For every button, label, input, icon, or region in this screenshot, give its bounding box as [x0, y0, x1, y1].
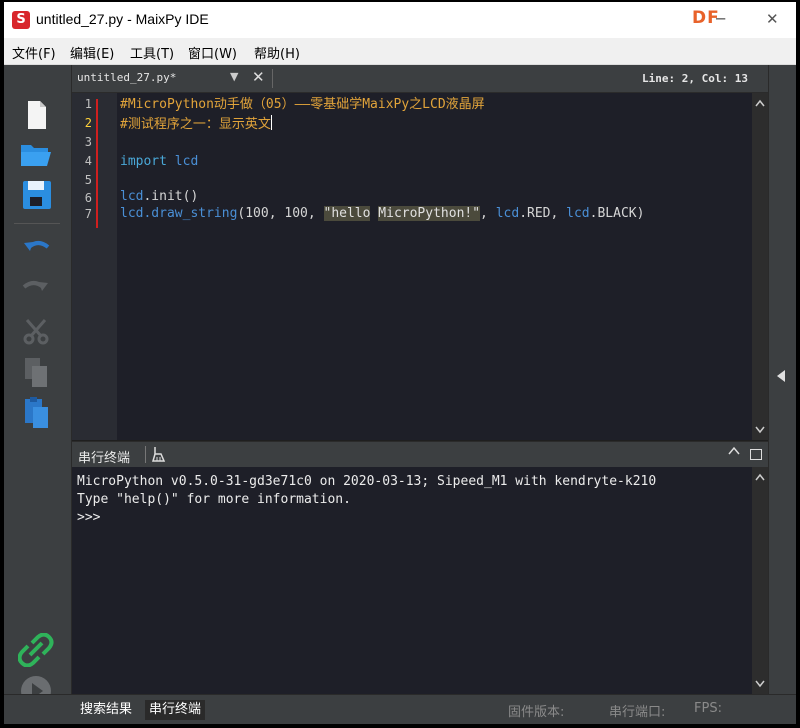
text-caret: [270, 115, 272, 130]
paste-icon[interactable]: [18, 396, 54, 430]
menu-tools[interactable]: 工具(T): [130, 43, 174, 62]
code-editor[interactable]: 1 2 3 4 5 6 7 #MicroPython动手做（05）——零基础学M…: [72, 93, 768, 440]
args-token: (100, 100,: [237, 206, 324, 221]
line-number-gutter: 1 2 3 4 5 6 7: [72, 93, 117, 440]
call-token: .init(): [143, 189, 199, 204]
tab-serial-terminal[interactable]: 串行终端: [145, 700, 206, 720]
firmware-version-label: 固件版本:: [508, 705, 565, 720]
maximize-terminal-icon[interactable]: [750, 449, 762, 460]
constant-token: .BLACK): [589, 206, 645, 221]
editor-tab-bar: untitled_27.py* ▼ ✕ Line: 2, Col: 13: [72, 65, 768, 93]
comment-token: #测试程序之一：显示英文: [120, 117, 271, 132]
fps-label: FPS:: [694, 701, 722, 716]
constant-token: .RED,: [519, 206, 567, 221]
line-number: 1: [84, 97, 92, 111]
serial-port-label: 串行端口:: [609, 705, 666, 720]
tab-search-results[interactable]: 搜索结果: [76, 700, 136, 720]
code-line-7: lcd.draw_string(100, 100, "hello MicroPy…: [120, 205, 644, 223]
module-token: lcd: [120, 189, 144, 204]
open-folder-icon[interactable]: [18, 137, 54, 171]
editor-tab[interactable]: untitled_27.py*: [77, 71, 176, 84]
line-number: 4: [84, 154, 92, 168]
close-window-button[interactable]: ✕: [766, 10, 779, 28]
copy-icon[interactable]: [18, 355, 54, 389]
window-title: untitled_27.py - MaixPy IDE: [36, 11, 209, 27]
scroll-down-icon[interactable]: [755, 680, 765, 688]
function-token: .draw_string: [143, 206, 238, 221]
cut-icon[interactable]: [18, 314, 54, 348]
serial-terminal[interactable]: MicroPython v0.5.0-31-gd3e71c0 on 2020-0…: [72, 467, 768, 694]
terminal-line: MicroPython v0.5.0-31-gd3e71c0 on 2020-0…: [77, 474, 657, 489]
menu-edit[interactable]: 编辑(E): [70, 43, 114, 62]
keyword-token: import: [120, 154, 167, 169]
module-token: lcd: [166, 154, 199, 169]
clear-terminal-icon[interactable]: [152, 445, 168, 463]
line-number: 3: [84, 135, 92, 149]
code-line-2: #测试程序之一：显示英文: [120, 115, 272, 134]
save-icon[interactable]: [18, 178, 54, 212]
minimize-button[interactable]: ─: [716, 10, 725, 28]
maixpy-app-icon: S: [12, 11, 30, 29]
module-token: lcd: [495, 206, 520, 221]
scroll-down-icon[interactable]: [755, 426, 765, 434]
line-number: 5: [84, 173, 92, 187]
toolbar-divider: [14, 223, 60, 224]
code-line-1: #MicroPython动手做（05）——零基础学MaixPy之LCD液晶屏: [120, 96, 485, 114]
expand-panel-icon[interactable]: [777, 370, 785, 382]
editor-scrollbar[interactable]: [752, 93, 768, 440]
terminal-line: Type "help()" for more information.: [77, 492, 351, 507]
terminal-scrollbar[interactable]: [752, 467, 768, 694]
menu-help[interactable]: 帮助(H): [254, 43, 300, 62]
title-bar: S untitled_27.py - MaixPy IDE DF ─ ✕: [4, 2, 796, 38]
connect-icon[interactable]: [17, 632, 54, 668]
redo-icon[interactable]: [18, 273, 54, 307]
close-tab-button[interactable]: ✕: [252, 68, 265, 86]
line-number: 6: [84, 191, 92, 205]
status-bar: 搜索结果 串行终端 固件版本: 串行端口: FPS:: [4, 694, 796, 724]
line-number: 7: [84, 207, 92, 221]
scroll-up-icon[interactable]: [755, 99, 765, 107]
module-token: lcd: [566, 206, 590, 221]
left-toolbar: [4, 65, 72, 706]
tab-divider: [272, 69, 273, 88]
comment-token: #MicroPython动手做（05）——零基础学MaixPy之LCD液晶屏: [120, 97, 485, 112]
terminal-title: 串行终端: [78, 451, 131, 466]
comma-token: ,: [480, 206, 496, 221]
menu-window[interactable]: 窗口(W): [188, 43, 237, 62]
chevron-down-icon[interactable]: ▼: [230, 70, 238, 83]
menu-bar: 文件(F) 编辑(E) 工具(T) 窗口(W) 帮助(H): [4, 38, 796, 65]
code-line-4: import lcd: [120, 153, 198, 171]
terminal-divider: [145, 446, 146, 463]
undo-icon[interactable]: [18, 233, 54, 267]
modified-lines-marker: [96, 99, 98, 228]
ide-window: S untitled_27.py - MaixPy IDE DF ─ ✕ 文件(…: [4, 2, 796, 724]
terminal-prompt: >>>: [77, 510, 101, 525]
cursor-position: Line: 2, Col: 13: [642, 72, 748, 85]
string-token: MicroPython!": [378, 206, 481, 221]
right-side-panel: [768, 65, 796, 694]
module-token: lcd: [120, 206, 144, 221]
new-file-icon[interactable]: [18, 98, 54, 132]
collapse-terminal-icon[interactable]: [728, 446, 740, 456]
string-token: "hello: [323, 206, 371, 221]
code-line-6: lcd.init(): [120, 188, 198, 206]
line-number: 2: [84, 116, 92, 130]
menu-file[interactable]: 文件(F): [12, 43, 56, 62]
terminal-header: 串行终端: [72, 441, 768, 467]
scroll-up-icon[interactable]: [755, 473, 765, 481]
